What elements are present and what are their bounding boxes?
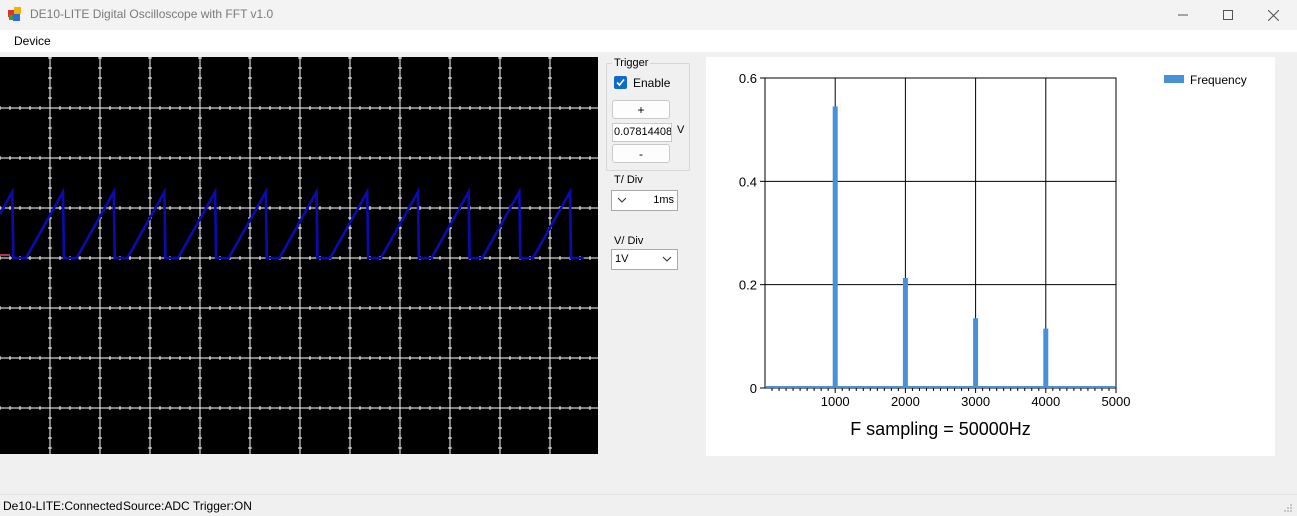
frequency-bar [902,277,908,388]
volt-div-value: 1V [615,253,629,265]
y-tick-label: 0.2 [739,278,757,293]
status-connection: De10-LITE:Connected [3,499,123,513]
resize-grip-icon[interactable] [1283,503,1293,513]
volt-div-label: V/ Div [614,235,644,247]
time-div-label: T/ Div [614,174,643,186]
maximize-icon [1223,10,1233,20]
trigger-group-label: Trigger [612,57,651,69]
status-trigger: Trigger:ON [193,499,252,513]
title-bar: DE10-LITE Digital Oscilloscope with FFT … [0,0,1297,30]
plot-area [764,77,1117,389]
trigger-level-field[interactable]: 0.07814408 [612,123,672,142]
close-button[interactable] [1250,0,1296,30]
minimize-icon [1178,14,1188,16]
frequency-bar [973,318,979,388]
trigger-level-decrease-button[interactable]: - [612,144,670,163]
checkmark-icon [616,78,625,87]
x-tick-label: 4000 [1031,394,1060,409]
fft-chart: 0 0.2 0.4 0.6 1000 2000 3000 4000 5000 Frequency F… [739,71,1247,439]
maximize-button[interactable] [1205,0,1251,30]
x-tick-label: 5000 [1102,394,1131,409]
x-axis-label: F sampling = 50000Hz [850,419,1031,439]
x-tick-label: 1000 [821,394,850,409]
x-tick-label: 2000 [891,394,920,409]
y-tick-label: 0.4 [739,174,757,189]
waveform-trace [0,187,584,260]
status-source: Source:ADC [123,499,190,513]
time-div-select[interactable]: 1ms [611,190,678,211]
menu-device[interactable]: Device [14,34,51,48]
x-tick-label: 3000 [961,394,990,409]
frequency-bar [1043,328,1049,388]
status-bar: De10-LITE:Connected Source:ADC Trigger:O… [0,495,1297,516]
trigger-enable-checkbox[interactable] [614,76,627,89]
legend-swatch [1164,75,1184,83]
frequency-bar [832,106,838,388]
chevron-down-icon [662,256,672,262]
y-tick-label: 0.6 [739,71,757,86]
legend-label: Frequency [1190,73,1247,87]
window-title: DE10-LITE Digital Oscilloscope with FFT … [30,7,274,21]
menu-bar: Device [0,30,1297,52]
volt-div-select[interactable]: 1V [611,249,678,270]
trigger-level-increase-button[interactable]: + [612,100,670,119]
trigger-level-unit: V [677,124,685,136]
time-div-value: 1ms [653,194,674,206]
oscilloscope-grid [0,57,598,454]
chevron-down-icon [617,197,627,203]
minimize-button[interactable] [1160,0,1206,30]
y-tick-label: 0 [750,381,757,396]
trigger-enable-label[interactable]: Enable [633,76,670,90]
close-icon [1267,9,1279,21]
fft-chart-panel: 0 0.2 0.4 0.6 1000 2000 3000 4000 5000 Frequency F… [706,57,1275,456]
noise-floor [766,386,1115,388]
oscilloscope-display [0,57,598,454]
app-icon [8,7,21,21]
